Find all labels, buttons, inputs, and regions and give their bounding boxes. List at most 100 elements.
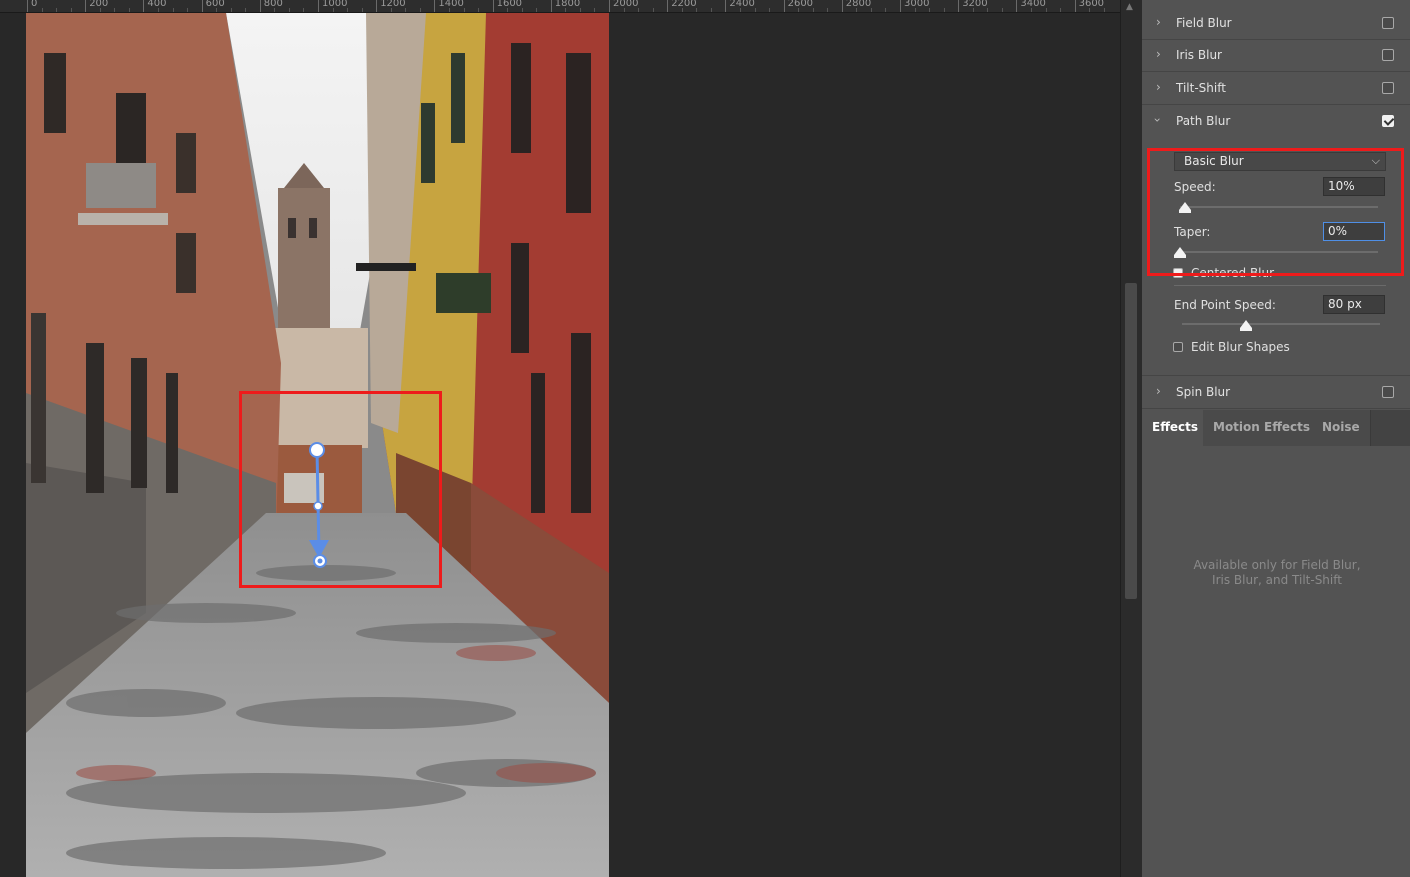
end-point-speed-input[interactable]: 80 px — [1323, 295, 1385, 314]
ruler-minor-tick — [696, 8, 698, 12]
ruler-minor-tick — [419, 8, 421, 12]
ruler-minor-tick — [943, 8, 945, 12]
tilt-shift-row[interactable]: › Tilt-Shift — [1142, 72, 1410, 105]
scroll-up-icon[interactable]: ▲ — [1126, 2, 1133, 12]
iris-blur-checkbox[interactable] — [1382, 49, 1394, 61]
vertical-scrollbar[interactable]: ▲ — [1120, 0, 1142, 877]
note-line-1: Available only for Field Blur, — [1193, 558, 1361, 572]
effects-unavailable-note: Available only for Field Blur, Iris Blur… — [1162, 558, 1392, 588]
ruler-minor-tick — [347, 8, 349, 12]
ruler-minor-tick — [798, 8, 800, 12]
tab-motion-effects[interactable]: Motion Effects — [1203, 410, 1322, 446]
ruler-minor-tick — [914, 8, 916, 12]
ruler-minor-tick — [521, 8, 523, 12]
tab-effects[interactable]: Effects — [1142, 410, 1210, 446]
ruler-tick-label: 800 — [263, 0, 283, 9]
ruler-tick-label: 1800 — [554, 0, 581, 9]
field-blur-row[interactable]: › Field Blur — [1142, 7, 1410, 40]
ruler-minor-tick — [739, 8, 741, 12]
path-blur-label: Path Blur — [1176, 114, 1231, 128]
ruler-minor-tick — [579, 8, 581, 12]
chevron-right-icon[interactable]: › — [1156, 80, 1161, 94]
ruler-tick: 400 — [143, 0, 166, 12]
ruler-tick: 3600 — [1074, 0, 1104, 12]
ruler-minor-tick — [332, 8, 334, 12]
tilt-shift-checkbox[interactable] — [1382, 82, 1394, 94]
ruler-minor-tick — [230, 8, 232, 12]
chevron-right-icon[interactable]: › — [1156, 47, 1161, 61]
horizontal-ruler: 0 200 400 600 800 1000 1200 1400 1600 1800 2000 220… — [0, 0, 1120, 13]
field-blur-checkbox[interactable] — [1382, 17, 1394, 29]
ruler-tick: 3000 — [900, 0, 929, 12]
divider — [1174, 285, 1386, 286]
spin-blur-row[interactable]: › Spin Blur — [1142, 375, 1410, 409]
ruler-minor-tick — [870, 8, 872, 12]
ruler-minor-tick — [41, 8, 43, 12]
ruler-minor-tick — [827, 8, 829, 12]
ruler-tick-label: 200 — [89, 0, 109, 9]
ruler-tick: 800 — [259, 0, 283, 12]
ruler-minor-tick — [405, 8, 407, 12]
ruler-minor-tick — [987, 8, 989, 12]
ruler-minor-tick — [187, 8, 189, 12]
ruler-minor-tick — [99, 8, 101, 12]
ruler-minor-tick — [507, 8, 509, 12]
end-point-speed-label: End Point Speed: — [1174, 298, 1276, 312]
tilt-shift-label: Tilt-Shift — [1176, 81, 1226, 95]
ruler-minor-tick — [681, 8, 683, 12]
ruler-minor-tick — [390, 8, 392, 12]
ruler-tick: 2200 — [667, 0, 697, 12]
ruler-tick-label: 3000 — [904, 0, 930, 9]
ruler-tick: 1000 — [318, 0, 347, 12]
iris-blur-row[interactable]: › Iris Blur — [1142, 39, 1410, 72]
ruler-minor-tick — [1089, 8, 1091, 12]
tab-noise[interactable]: Noise — [1312, 410, 1371, 446]
ruler-minor-tick — [172, 8, 174, 12]
ruler-minor-tick — [812, 8, 814, 12]
ruler-tick-label: 2000 — [613, 0, 639, 9]
highlight-box-panel — [1147, 148, 1404, 276]
effects-tab-bar: Effects Motion Effects Noise — [1142, 410, 1410, 446]
ruler-minor-tick — [929, 8, 931, 12]
ruler-minor-tick — [56, 8, 58, 12]
ruler-tick-label: 3200 — [962, 0, 988, 9]
ruler-minor-tick — [1030, 8, 1032, 12]
path-blur-checkbox[interactable] — [1382, 115, 1394, 127]
ruler-tick: 600 — [201, 0, 225, 12]
highlight-box-canvas — [239, 391, 442, 588]
ruler-minor-tick — [885, 8, 887, 12]
ruler-tick-label: 2600 — [787, 0, 814, 9]
ruler-minor-tick — [303, 8, 305, 12]
ruler-minor-tick — [478, 8, 480, 12]
path-blur-row[interactable]: › Path Blur — [1142, 105, 1410, 137]
scrollbar-thumb[interactable] — [1125, 283, 1137, 599]
field-blur-label: Field Blur — [1176, 16, 1232, 30]
spin-blur-checkbox[interactable] — [1382, 386, 1394, 398]
ruler-tick-label: 600 — [205, 0, 225, 9]
ruler-minor-tick — [448, 8, 450, 12]
iris-blur-label: Iris Blur — [1176, 48, 1222, 62]
edit-blur-shapes-checkbox[interactable] — [1173, 342, 1183, 352]
ruler-tick-label: 2200 — [671, 0, 697, 9]
ruler-minor-tick — [1060, 8, 1062, 12]
ruler-tick: 1400 — [434, 0, 464, 12]
ruler-tick-label: 3400 — [1020, 0, 1046, 9]
ruler-minor-tick — [710, 8, 712, 12]
ruler-minor-tick — [594, 8, 596, 12]
ruler-minor-tick — [536, 8, 538, 12]
ruler-tick-label: 400 — [147, 0, 167, 9]
end-point-speed-slider-thumb[interactable] — [1240, 320, 1252, 331]
ruler-minor-tick — [972, 8, 974, 12]
ruler-tick-label: 1200 — [380, 0, 406, 9]
chevron-right-icon[interactable]: › — [1156, 15, 1161, 29]
ruler-minor-tick — [245, 8, 247, 12]
ruler-minor-tick — [652, 8, 654, 12]
chevron-down-icon[interactable]: › — [1150, 118, 1164, 123]
ruler-tick: 2800 — [841, 0, 871, 12]
end-point-speed-slider-track[interactable] — [1182, 323, 1380, 325]
ruler-tick-label: 1400 — [438, 0, 464, 9]
ruler-minor-tick — [754, 8, 756, 12]
ruler-tick: 1600 — [492, 0, 522, 12]
chevron-right-icon[interactable]: › — [1156, 384, 1161, 398]
ruler-tick: 1800 — [550, 0, 580, 12]
